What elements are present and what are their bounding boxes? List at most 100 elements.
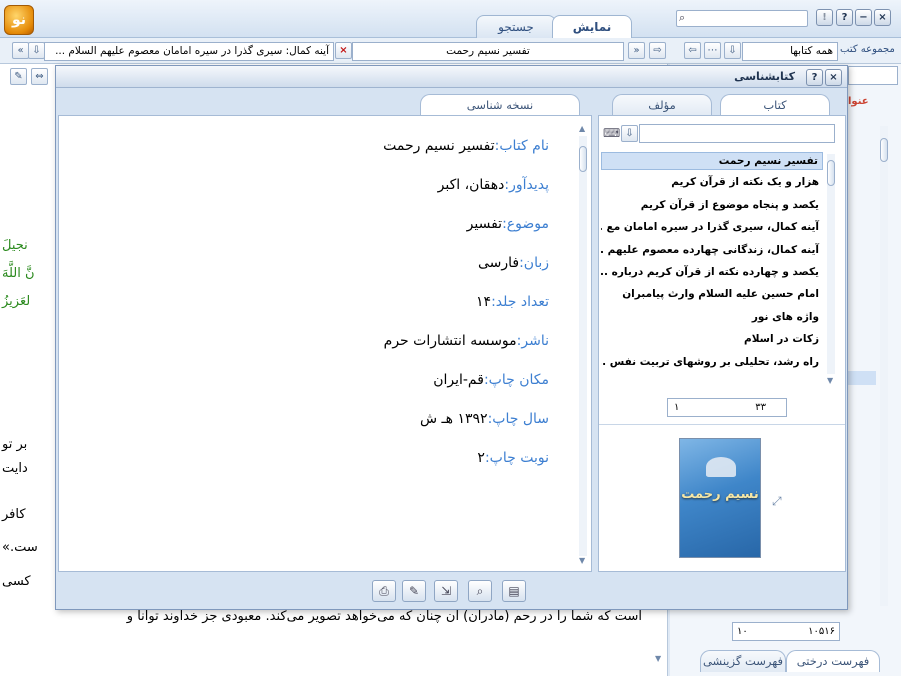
edit-button[interactable]: ✎ [402,580,426,602]
top-search-input[interactable]: ⌕ [676,10,808,27]
toc-item[interactable]: تفسیر [848,605,876,619]
filter-down-icon[interactable]: ⇩ [621,125,638,142]
pager-total: ۱۰۵۱۶ [808,626,835,637]
toc-item[interactable]: تفسیر [848,184,876,198]
dialog-title: کتابشناسی [734,70,795,83]
current-book-field[interactable]: تفسیر نسیم رحمت [352,42,624,61]
scroll-down-arrow[interactable]: ▼ [655,654,661,663]
download-icon[interactable]: ⇩ [28,42,45,59]
export-button[interactable]: ⇲ [434,580,458,602]
help-button[interactable]: ? [836,9,853,26]
zoom-button[interactable]: ⌕ [468,580,492,602]
scroll-right-icon[interactable]: » [628,42,645,59]
print-button[interactable]: ⎙ [372,580,396,602]
meta-row: مکان چاپ:قم-ایران [433,372,549,388]
toc-item[interactable]: تفسیر [848,348,876,362]
arabic-line: نجيلَ [2,238,28,253]
scroll-thumb[interactable] [827,160,835,186]
book-list-item[interactable]: یکصد و چهارده نکته از قرآن کریم درباره .… [601,264,823,280]
scroll-thumb[interactable] [880,138,888,162]
toc-item[interactable]: تفسیر [848,231,876,245]
toc-item[interactable]: تفسیر [848,395,876,409]
book-pager[interactable]: ۱ ۳۳ [667,398,787,417]
book-list-item[interactable]: آینه کمال، سیری گذرا در سیره امامان مع .… [601,219,823,235]
search-icon: ⌕ [679,11,686,24]
toc-item[interactable]: تفسیر [848,114,876,128]
toc-item[interactable]: تفسیر [848,582,876,596]
book-list-item[interactable]: راه رشد، تحلیلی بر روشهای تربیت نفس ... [601,354,823,370]
meta-label: سال چاپ: [487,411,549,427]
book-list-scroll-down[interactable]: ▼ [827,376,833,385]
collection-dropdown-icon[interactable]: ⇩ [724,42,741,59]
book-list-item[interactable]: تفسیر نسیم رحمت [601,152,823,170]
minimize-button[interactable]: − [855,9,872,26]
tab-author[interactable]: مؤلف [612,94,712,116]
book-pager-total: ۳۳ [755,402,766,413]
toc-item[interactable]: تفسیر [848,559,876,573]
book-list-item[interactable]: امام حسین علیه السلام وارث پیامبران [601,286,823,302]
tab-display[interactable]: نمایش [552,15,632,39]
toc-item[interactable]: تفسیر [848,465,876,479]
back-arrow-icon[interactable]: ⇦ [684,42,701,59]
toc-item[interactable]: تفسیر [848,325,876,339]
tab-tree-index[interactable]: فهرست درختی [786,650,880,672]
toc-item[interactable]: تفسیر [848,208,876,222]
bibliography-dialog: کتابشناسی ? × مؤلف کتاب ⇩ ⌨ تفسیر نسیم ر… [55,65,848,610]
scroll-down-arrow[interactable]: ▼ [579,556,585,565]
open-book-tab-aine-kamal[interactable]: آینه کمال: سیری گذرا در سیره امامان معصو… [44,42,334,61]
meta-row: تعداد جلد:۱۴ [476,294,549,310]
scroll-left-icon[interactable]: « [12,42,29,59]
book-list-item[interactable]: واژه های نور [601,309,823,325]
collection-select[interactable]: همه کتابها [742,42,838,61]
tab-search[interactable]: جستجو [476,15,556,38]
toc-item[interactable]: تفسیر [848,371,876,386]
toc-item[interactable]: تفسیر [848,488,876,502]
close-tab-icon[interactable]: × [335,42,352,59]
fullscreen-icon[interactable]: ⇔ [31,68,48,85]
keyboard-icon[interactable]: ⌨ [603,126,620,140]
toc-item[interactable]: تفسیر [848,442,876,456]
toc-scrollbar[interactable] [880,126,888,606]
meta-label: نام کتاب: [494,138,549,154]
right-panel-header: عنوا [848,96,869,107]
close-button[interactable]: × [874,9,891,26]
more-icon[interactable]: ⋯ [704,42,721,59]
tab-selective-index[interactable]: فهرست گزینشی [700,650,786,672]
toc-item[interactable]: تفسیر [848,301,876,315]
meta-row: موضوع:تفسیر [467,216,549,232]
tab-edition[interactable]: نسخه شناسی [420,94,580,116]
tab-book[interactable]: کتاب [720,94,830,116]
settings-icon[interactable]: ✎ [10,68,27,85]
toc-item[interactable]: تفسیر [848,137,876,151]
book-list-item[interactable]: آینه کمال، زندگانی چهارده معصوم علیهم ..… [601,242,823,258]
toc-item[interactable]: تفسیر [848,418,876,432]
toc-item[interactable]: تفسیر [848,254,876,268]
expand-icon[interactable]: ⤢ [772,494,782,509]
book-list-item[interactable]: زکات در اسلام [601,331,823,347]
forward-arrow-icon[interactable]: ⇨ [649,42,666,59]
meta-value: ۱۳۹۲ هـ ش [420,411,488,427]
book-list-item[interactable]: یکصد و پنجاه موضوع از قرآن کریم [601,197,823,213]
arabic-line: نَّ اللَّهَ [2,266,35,281]
exclaim-button[interactable]: ! [816,9,833,26]
book-cover-image: نسیم رحمت [679,438,761,558]
page-pager[interactable]: ۱۰ ۱۰۵۱۶ [732,622,840,641]
book-list-item[interactable]: هزار و یک نکته از قرآن کریم [601,174,823,190]
right-panel-search[interactable] [848,66,898,85]
dialog-help-button[interactable]: ? [806,69,823,86]
metadata-scrollbar[interactable] [579,136,587,556]
page-button[interactable]: ▤ [502,580,526,602]
scroll-up-arrow[interactable]: ▲ [579,124,585,133]
logo-icon[interactable]: نو [4,5,34,35]
scroll-thumb[interactable] [579,146,587,172]
toc-item[interactable]: تفسیر [848,535,876,549]
toc-item[interactable]: تفسیر [848,512,876,526]
toc-item[interactable]: تفسیر [848,278,876,292]
dialog-close-button[interactable]: × [825,69,842,86]
toc-item[interactable]: تفسیر [848,161,876,175]
pager-current: ۱۰ [737,626,748,637]
metadata-pane: نام کتاب:تفسیر نسیم رحمت پدیدآور:دهقان، ا… [58,115,592,572]
book-list-scrollbar[interactable] [827,154,835,374]
meta-value: دهقان، اکبر [437,177,505,193]
book-search-input[interactable] [639,124,835,143]
